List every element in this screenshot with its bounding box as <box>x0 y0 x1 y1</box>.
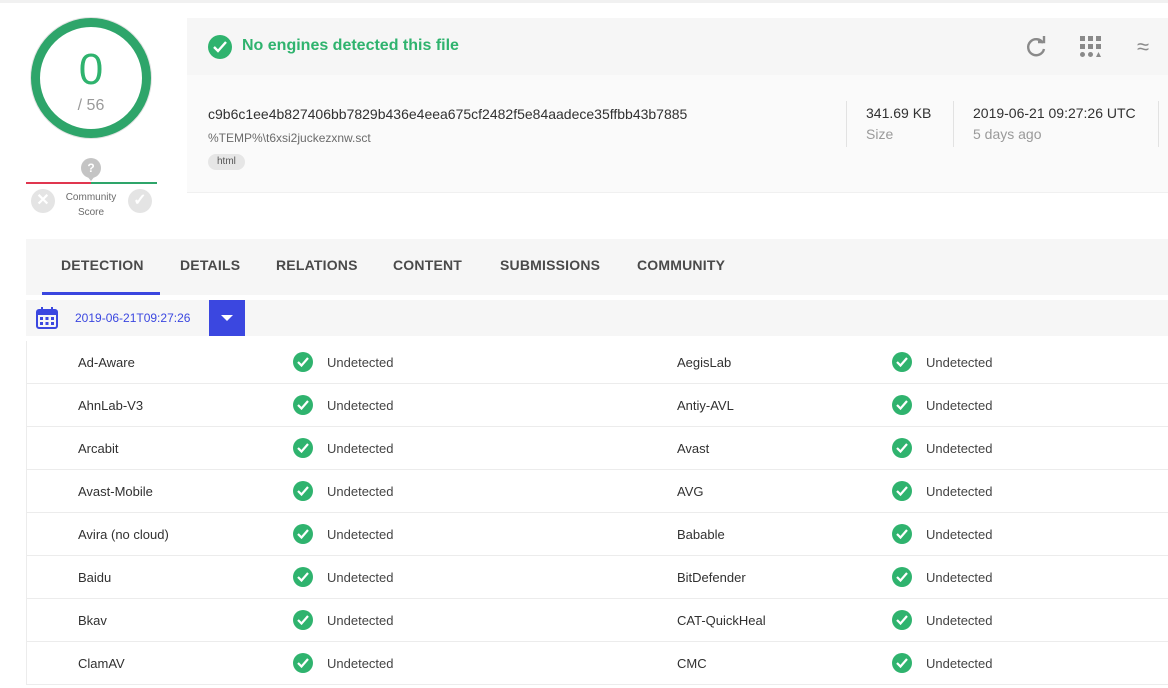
analysis-date-selector: 2019-06-21T09:27:26 <box>26 300 1168 336</box>
engine-name: CAT-QuickHeal <box>677 613 766 628</box>
engine-name: Bkav <box>78 613 107 628</box>
engine-name: Antiy-AVL <box>677 398 734 413</box>
engine-result: Undetected <box>327 441 394 456</box>
tab-submissions[interactable]: SUBMISSIONS <box>500 257 600 273</box>
analysis-date-relative: 5 days ago <box>973 126 1042 142</box>
engine-name: AegisLab <box>677 355 732 370</box>
engine-name: Avira (no cloud) <box>78 527 169 542</box>
engine-result: Undetected <box>926 570 993 585</box>
vote-malicious-button[interactable]: ✕ <box>31 189 55 213</box>
engine-name: Avast <box>677 441 710 456</box>
check-circle-icon <box>293 610 313 630</box>
engine-name: AhnLab-V3 <box>78 398 144 413</box>
check-circle-icon <box>892 481 912 501</box>
engine-name: BitDefender <box>677 570 746 585</box>
community-bar-malicious <box>26 182 91 184</box>
engine-result: Undetected <box>926 527 993 542</box>
engine-result: Undetected <box>926 613 993 628</box>
table-row: AhnLab-V3 Undetected Antiy-AVL Undetected <box>27 384 1168 427</box>
calendar-icon[interactable] <box>36 307 58 329</box>
divider <box>953 101 954 147</box>
table-row: ClamAV Undetected CMC Undetected <box>27 642 1168 685</box>
table-row: Arcabit Undetected Avast Undetected <box>27 427 1168 470</box>
engine-result: Undetected <box>327 355 394 370</box>
file-size-label: Size <box>866 126 894 142</box>
engine-name: Baidu <box>78 570 112 585</box>
check-circle-icon <box>892 524 912 544</box>
active-tab-indicator <box>42 292 160 295</box>
tab-detection[interactable]: DETECTION <box>61 257 144 273</box>
divider <box>846 101 847 147</box>
engine-result: Undetected <box>327 570 394 585</box>
chevron-down-icon[interactable] <box>209 300 245 336</box>
check-circle-icon <box>293 653 313 673</box>
check-circle-icon <box>892 567 912 587</box>
engine-result: Undetected <box>327 613 394 628</box>
check-circle-icon <box>892 610 912 630</box>
engine-result: Undetected <box>926 441 993 456</box>
report-tabs: DETECTION DETAILS RELATIONS CONTENT SUBM… <box>26 239 1168 295</box>
divider <box>1158 101 1159 147</box>
engine-result: Undetected <box>926 484 993 499</box>
top-border <box>0 0 1168 3</box>
engine-name: Babable <box>677 527 725 542</box>
engine-result: Undetected <box>926 398 993 413</box>
detection-score-ring: 0 / 56 <box>31 18 151 138</box>
summary-header: No engines detected this file ≈ <box>187 18 1168 75</box>
check-circle-icon <box>293 438 313 458</box>
tab-relations[interactable]: RELATIONS <box>276 257 358 273</box>
engine-name: ClamAV <box>78 656 125 671</box>
check-circle-icon <box>892 352 912 372</box>
check-circle-icon <box>293 352 313 372</box>
engine-name: Avast-Mobile <box>78 484 153 499</box>
question-icon: ? <box>81 158 101 181</box>
tab-content[interactable]: CONTENT <box>393 257 462 273</box>
check-circle-icon <box>293 567 313 587</box>
check-circle-icon <box>892 438 912 458</box>
vote-harmless-button[interactable]: ✓ <box>128 189 152 213</box>
analysis-date-link[interactable]: 2019-06-21T09:27:26 <box>75 311 190 325</box>
engine-name: Ad-Aware <box>78 355 135 370</box>
engine-result: Undetected <box>327 656 394 671</box>
check-circle-icon <box>293 395 313 415</box>
engine-result: Undetected <box>926 355 993 370</box>
community-label-line1: Community <box>65 192 117 203</box>
table-row: Avira (no cloud) Undetected Babable Undetec… <box>27 513 1168 556</box>
table-row: Bkav Undetected CAT-QuickHeal Undetected <box>27 599 1168 642</box>
status-text: No engines detected this file <box>242 37 459 54</box>
community-score-label: Community Score <box>56 190 126 220</box>
qr-grid-icon[interactable] <box>1078 34 1104 60</box>
check-circle-icon <box>208 35 232 59</box>
tab-community[interactable]: COMMUNITY <box>637 257 725 273</box>
check-circle-icon <box>892 395 912 415</box>
engine-result: Undetected <box>327 527 394 542</box>
table-row: Avast-Mobile Undetected AVG Undetected <box>27 470 1168 513</box>
check-circle-icon <box>892 653 912 673</box>
file-size-value: 341.69 KB <box>866 105 932 121</box>
wave-icon[interactable]: ≈ <box>1137 34 1163 60</box>
engine-name: AVG <box>677 484 704 499</box>
file-name: %TEMP%\t6xsi2juckezxnw.sct <box>208 131 371 145</box>
community-label-line2: Score <box>77 207 105 218</box>
check-circle-icon <box>293 481 313 501</box>
engine-name: Arcabit <box>78 441 119 456</box>
refresh-icon[interactable] <box>1023 34 1049 60</box>
engine-name: CMC <box>677 656 707 671</box>
file-hash: c9b6c1ee4b827406bb7829b436e4eea675cf2482… <box>208 106 688 122</box>
file-tag[interactable]: html <box>208 154 245 170</box>
engine-result: Undetected <box>327 484 394 499</box>
detection-count: 0 <box>78 45 104 94</box>
community-bar-harmless <box>91 182 157 184</box>
engine-result: Undetected <box>327 398 394 413</box>
engine-result: Undetected <box>926 656 993 671</box>
file-summary: c9b6c1ee4b827406bb7829b436e4eea675cf2482… <box>187 75 1168 193</box>
table-row: Baidu Undetected BitDefender Undetected <box>27 556 1168 599</box>
check-circle-icon <box>293 524 313 544</box>
engine-total: / 56 <box>77 97 105 114</box>
table-row: Ad-Aware Undetected AegisLab Undetected <box>27 341 1168 384</box>
tab-details[interactable]: DETAILS <box>180 257 240 273</box>
engine-results-table: Ad-Aware Undetected AegisLab Undetected AhnL… <box>26 341 1168 685</box>
analysis-date-value: 2019-06-21 09:27:26 UTC <box>973 105 1136 121</box>
